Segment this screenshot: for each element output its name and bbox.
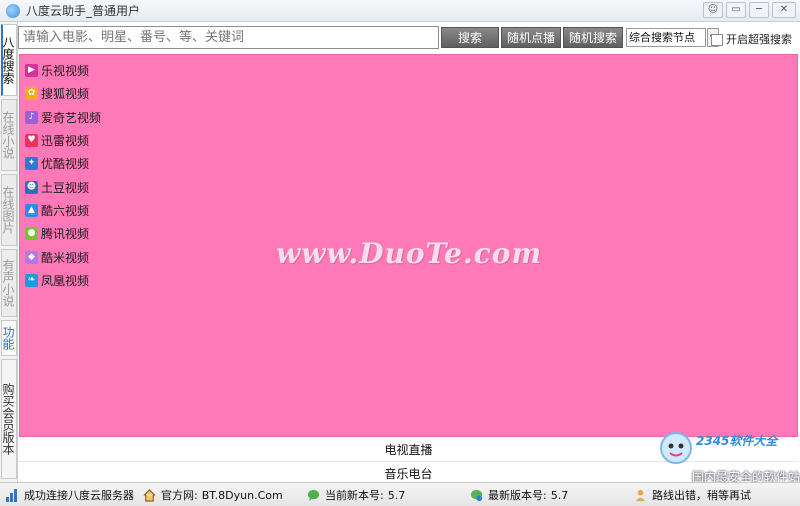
connection-text: 成功连接八度云服务器 [24, 489, 134, 502]
website-label: 官方网: [161, 489, 198, 502]
sohu-icon: ✿ [25, 87, 38, 101]
site-item[interactable]: ☻ 土豆视频 [25, 175, 101, 198]
ku6-icon: ▲ [25, 203, 38, 217]
tab-audio-novel[interactable]: 有声小说 [1, 249, 17, 317]
search-button[interactable]: 搜索 [441, 27, 499, 48]
site-item[interactable]: ● 腾讯视频 [25, 222, 101, 245]
latest-version-label: 最新版本号: [488, 489, 547, 502]
site-label: 爱奇艺视频 [41, 110, 102, 125]
status-bar: 成功连接八度云服务器 官方网: BT.8Dyun.Com 当前新本号: 5.7 … [0, 482, 800, 506]
super-search-checkbox[interactable] [711, 34, 723, 46]
tencent-icon: ● [25, 227, 38, 241]
status-current-version: 当前新本号: 5.7 [307, 487, 405, 503]
super-search-label: 开启超强搜索 [726, 33, 792, 46]
site-item[interactable]: ◆ 酷米视频 [25, 245, 101, 268]
random-search-button[interactable]: 随机搜索 [563, 27, 623, 48]
current-version-label: 当前新本号: [325, 489, 384, 502]
site-label: 优酷视频 [41, 157, 90, 172]
status-route: 路线出错，稍等再试 [634, 487, 751, 503]
site-item[interactable]: ❧ 凤凰视频 [25, 269, 101, 292]
mascot-icon [660, 432, 692, 464]
letv-icon: ▶ [25, 64, 38, 78]
window-controls: ☺ ▭ ─ ✕ [703, 2, 796, 18]
site-item[interactable]: ♪ 爱奇艺视频 [25, 106, 101, 129]
site-item[interactable]: ♥ 迅雷视频 [25, 129, 101, 152]
search-node-select[interactable]: 综合搜索节点 [626, 28, 706, 47]
site-label: 乐视视频 [41, 64, 90, 79]
current-version-value: 5.7 [387, 488, 406, 502]
youku-icon: ✦ [25, 157, 38, 171]
vertical-tab-strip: 八度搜索 在线小说 在线图片 有声小说 功能 购买会员版本 [0, 22, 18, 482]
kumi-icon: ◆ [25, 250, 38, 264]
update-bubble-icon [470, 489, 483, 501]
website-link[interactable]: BT.8Dyun.Com [202, 489, 283, 502]
skin-icon[interactable]: ▭ [726, 2, 746, 18]
site-label: 搜狐视频 [41, 87, 90, 102]
video-site-panel: ▶ 乐视视频 ✿ 搜狐视频 ♪ 爱奇艺视频 ♥ 迅雷视频 ✦ 优酷视频 ☻ 土豆视频 ▲ 酷六视频 ● 腾讯视… [19, 54, 798, 437]
iqiyi-icon: ♪ [25, 110, 38, 124]
tudou-icon: ☻ [25, 180, 38, 194]
site-item[interactable]: ▲ 酷六视频 [25, 199, 101, 222]
app-cloud-icon [6, 3, 20, 18]
site-label: 腾讯视频 [41, 227, 90, 242]
title-bar: 八度云助手_普通用户 ☺ ▭ ─ ✕ [0, 0, 800, 22]
brand-number-logo: 2345软件大全 [696, 434, 778, 448]
search-row: 搜索 随机点播 随机搜索 综合搜索节点 ▼ 开启超强搜索 [18, 26, 800, 50]
home-icon [143, 488, 156, 502]
status-connection: 成功连接八度云服务器 [6, 487, 134, 503]
signal-bars-icon [6, 488, 19, 502]
site-label: 迅雷视频 [41, 134, 90, 149]
latest-version-value: 5.7 [550, 488, 569, 502]
site-item[interactable]: ✿ 搜狐视频 [25, 82, 101, 105]
site-item[interactable]: ▶ 乐视视频 [25, 59, 101, 82]
search-input[interactable] [18, 26, 439, 49]
tab-online-novel[interactable]: 在线小说 [1, 99, 17, 171]
status-latest-version: 最新版本号: 5.7 [470, 487, 568, 503]
site-label: 凤凰视频 [41, 273, 90, 288]
brand-logo: 2345软件大全 国内最安全的软件站 [656, 428, 800, 484]
ifeng-icon: ❧ [25, 273, 38, 287]
feedback-icon[interactable]: ☺ [703, 2, 723, 18]
window-title: 八度云助手_普通用户 [26, 4, 141, 18]
tab-functions[interactable]: 功能 [1, 320, 17, 356]
minimize-icon[interactable]: ─ [749, 2, 769, 18]
tab-online-images[interactable]: 在线图片 [1, 174, 17, 246]
route-message: 路线出错，稍等再试 [652, 489, 751, 502]
tab-buy-vip[interactable]: 购买会员版本 [1, 359, 17, 479]
site-list: ▶ 乐视视频 ✿ 搜狐视频 ♪ 爱奇艺视频 ♥ 迅雷视频 ✦ 优酷视频 ☻ 土豆视频 ▲ 酷六视频 ● 腾讯视… [25, 59, 101, 292]
site-item[interactable]: ✦ 优酷视频 [25, 152, 101, 175]
site-label: 酷米视频 [41, 250, 90, 265]
tab-baidu-search[interactable]: 八度搜索 [1, 24, 17, 96]
chat-bubble-icon [307, 489, 320, 501]
random-play-button[interactable]: 随机点播 [501, 27, 561, 48]
close-icon[interactable]: ✕ [772, 2, 796, 18]
site-label: 土豆视频 [41, 180, 90, 195]
user-info-icon [635, 489, 646, 501]
xunlei-icon: ♥ [25, 134, 38, 148]
site-label: 酷六视频 [41, 203, 90, 218]
status-website: 官方网: BT.8Dyun.Com [143, 487, 283, 503]
watermark: www.DuoTe.com [276, 237, 543, 270]
